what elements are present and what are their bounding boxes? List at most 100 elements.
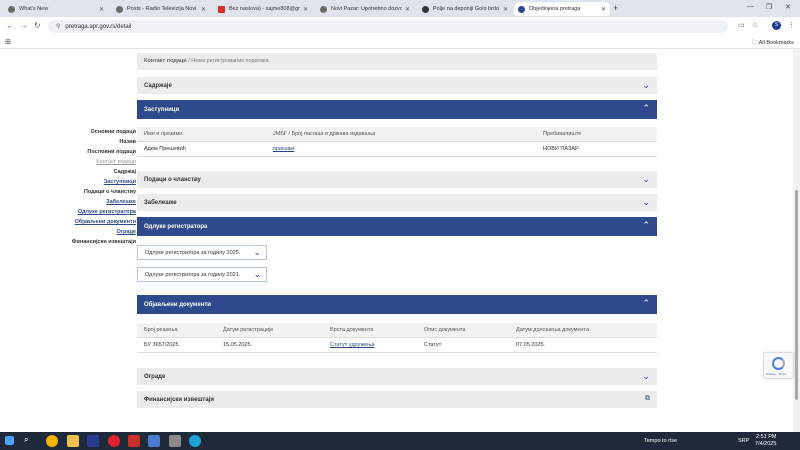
- sidenav-item[interactable]: Садржај: [72, 167, 136, 177]
- table-header: Број решења Датум регистрације Врста док…: [137, 323, 657, 338]
- recaptcha-badge[interactable]: Privacy - Terms: [764, 353, 793, 378]
- sidenav-item[interactable]: Контакт подаци: [72, 157, 136, 167]
- dropdown-label: Одлуке регистратора за годину 2025.: [145, 249, 241, 256]
- opera-icon[interactable]: [108, 435, 120, 447]
- cell-adoption-date: 07.05.2025.: [516, 342, 546, 348]
- close-icon[interactable]: ✕: [201, 6, 206, 13]
- search-icon[interactable]: ⌕: [24, 435, 36, 447]
- document-link[interactable]: Статут удружења: [330, 342, 375, 348]
- sidenav-item[interactable]: Основни подаци: [72, 127, 136, 137]
- tab-objedinjena-pretraga[interactable]: Objedinjena pretraga ✕: [514, 2, 610, 16]
- bookmarks-bar: ⊞ 🗀 All Bookmarks: [0, 36, 800, 49]
- reload-icon[interactable]: ↻: [34, 21, 41, 30]
- site-info-icon[interactable]: ⚲: [56, 23, 60, 30]
- chrome-taskbar-icon[interactable]: [46, 435, 58, 447]
- apps-grid-icon[interactable]: ⊞: [5, 38, 11, 46]
- sidenav-item[interactable]: Објављени документи: [72, 217, 136, 227]
- clock-time[interactable]: 2:51 PM: [756, 434, 776, 440]
- section-title: Забелешке: [144, 199, 177, 206]
- app-icon[interactable]: [87, 435, 99, 447]
- tab-title: Bez naslova) - sajme808@gm…: [229, 6, 300, 12]
- language-indicator[interactable]: SRP: [738, 438, 749, 444]
- tab-whats-new[interactable]: What's New ✕: [4, 2, 108, 16]
- back-icon[interactable]: ←: [6, 21, 14, 30]
- site-icon: [422, 5, 429, 13]
- tab-polje[interactable]: Polje na deponiji Golo brdo ✕: [418, 2, 512, 16]
- chevron-down-icon: ⌄: [642, 174, 650, 184]
- chevron-down-icon: ⌄: [642, 197, 650, 207]
- chevron-down-icon: ⌄: [253, 269, 261, 279]
- section-zabeleske[interactable]: Забелешке ⌄: [137, 194, 657, 211]
- odluke-2025-dropdown[interactable]: Одлуке регистратора за годину 2025. ⌄: [137, 245, 267, 260]
- address-bar[interactable]: ⚲ pretraga.apr.gov.rs/detail: [48, 20, 728, 33]
- all-bookmarks-button[interactable]: 🗀 All Bookmarks: [752, 39, 794, 48]
- show-link[interactable]: прикажи: [273, 146, 294, 152]
- zastupnici-table: Име и презиме ЈМБГ / Број пасоша и држав…: [137, 127, 657, 157]
- tab-title: Polje na deponiji Golo brdo: [433, 6, 500, 12]
- section-podaci-o-clanstvu[interactable]: Подаци о чланству ⌄: [137, 171, 657, 188]
- table-row: БУ 3657/2025 15.05.2025. Статут удружења…: [137, 338, 657, 353]
- section-title: Заступници: [144, 106, 180, 113]
- file-explorer-icon[interactable]: [67, 435, 79, 447]
- sidenav-item[interactable]: Ограде: [72, 227, 136, 237]
- odluke-2021-dropdown[interactable]: Одлуке регистратора за годину 2021. ⌄: [137, 267, 267, 282]
- chevron-down-icon: ⌄: [253, 247, 261, 257]
- profile-avatar[interactable]: S: [772, 21, 781, 30]
- cell-decision-number: БУ 3657/2025: [144, 342, 179, 348]
- section-title: Ограде: [144, 373, 166, 380]
- section-title: Финансијски извештаји: [144, 396, 215, 403]
- sidenav-item[interactable]: Одлуке регистратора: [72, 207, 136, 217]
- section-odluke[interactable]: Одлуке регистратора ⌃: [137, 217, 657, 236]
- word-icon[interactable]: [128, 435, 140, 447]
- cast-icon[interactable]: ▭: [738, 21, 745, 29]
- section-zastupnici[interactable]: Заступници ⌃: [137, 100, 657, 119]
- sidenav-item[interactable]: Назив: [72, 137, 136, 147]
- tab-title: What's New: [19, 6, 49, 12]
- cell-show-link[interactable]: прикажи: [273, 146, 294, 152]
- sidenav-item[interactable]: Забелешке: [72, 197, 136, 207]
- clock-date[interactable]: 7/4/2025: [755, 441, 776, 447]
- close-icon[interactable]: ✕: [601, 6, 606, 13]
- menu-icon[interactable]: ⋮: [788, 21, 795, 29]
- tab-posts[interactable]: Posts - Radio Televizija Novi Pa… ✕: [112, 2, 210, 16]
- section-objavljeni-dokumenti[interactable]: Објављени документи ⌃: [137, 295, 657, 314]
- chevron-up-icon: ⌃: [642, 103, 650, 113]
- minimize-icon[interactable]: —: [747, 3, 754, 10]
- section-sadrzaj[interactable]: Садржаје ⌄: [137, 77, 657, 94]
- section-title: Садржаје: [144, 82, 172, 89]
- section-ograde[interactable]: Ограде ⌄: [137, 368, 657, 385]
- calendar-icon[interactable]: [148, 435, 160, 447]
- scrollbar-thumb[interactable]: [795, 190, 798, 400]
- section-finansijski-izvestaji[interactable]: Финансијски извештаји ⧉: [137, 391, 657, 408]
- sidenav-item[interactable]: Пословни подаци: [72, 147, 136, 157]
- cell-name: Адем Прешевић: [144, 146, 186, 152]
- breadcrumb-rest: / Нема регистрованих података: [186, 58, 269, 64]
- forward-icon[interactable]: →: [20, 21, 28, 30]
- tab-novi-pazar[interactable]: Novi Pazar: Upotrebno dozvoli… ✕: [316, 2, 414, 16]
- cell-document-type[interactable]: Статут удружења: [330, 342, 375, 348]
- edge-icon[interactable]: [189, 435, 201, 447]
- section-title: Подаци о чланству: [144, 176, 201, 183]
- sidenav-item[interactable]: Подаци о чланству: [72, 187, 136, 197]
- close-icon[interactable]: ✕: [303, 6, 308, 13]
- weather-text[interactable]: Tempo to rise: [644, 438, 677, 444]
- bookmark-star-icon[interactable]: ☆: [752, 21, 758, 29]
- sidenav-item[interactable]: Заступници: [72, 177, 136, 187]
- sidenav-item[interactable]: Финансијски извештаји: [72, 237, 136, 247]
- app-icon[interactable]: [169, 435, 181, 447]
- windows-start-icon[interactable]: [5, 436, 14, 445]
- side-navigation: Основни подаци Назив Пословни подаци Кон…: [72, 127, 136, 247]
- column-header: Број решења: [144, 327, 178, 333]
- close-icon[interactable]: ✕: [405, 6, 410, 13]
- close-icon[interactable]: ✕: [99, 6, 104, 13]
- section-title: Објављени документи: [144, 301, 211, 308]
- new-tab-button[interactable]: +: [613, 3, 618, 13]
- window-close-icon[interactable]: ✕: [785, 3, 791, 11]
- table-row: Адем Прешевић прикажи НОВИ ПАЗАР: [137, 142, 657, 157]
- cell-residence: НОВИ ПАЗАР: [543, 146, 579, 152]
- gmail-icon: [218, 5, 225, 13]
- close-icon[interactable]: ✕: [503, 6, 508, 13]
- tab-gmail[interactable]: Bez naslova) - sajme808@gm… ✕: [214, 2, 312, 16]
- maximize-icon[interactable]: ❐: [766, 3, 772, 11]
- recaptcha-text: Privacy - Terms: [766, 372, 787, 376]
